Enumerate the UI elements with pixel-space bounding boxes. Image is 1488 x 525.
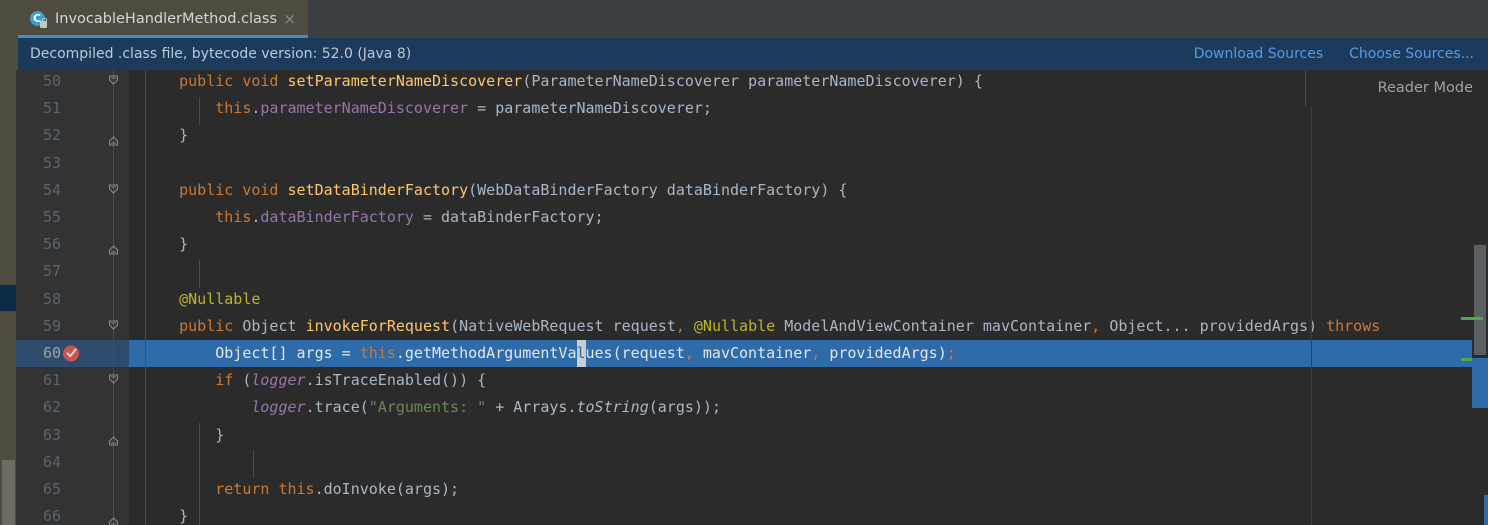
- breakpoint-icon-line-60[interactable]: [60, 340, 84, 367]
- notification-left-gutter: [0, 38, 18, 70]
- reader-mode-label[interactable]: Reader Mode: [1305, 70, 1473, 106]
- code-line-text-51: this.parameterNameDiscoverer = parameter…: [215, 99, 712, 118]
- left-marker-strip[interactable]: [0, 70, 16, 525]
- fold-collapse-end-icon-line-56[interactable]: [106, 231, 121, 258]
- code-line-text-53: [129, 154, 143, 172]
- code-line-62[interactable]: logger.trace("Arguments: " + Arrays.toSt…: [129, 394, 1488, 421]
- line-number-53: 53: [42, 153, 61, 172]
- line-number-63: 63: [42, 425, 61, 444]
- line-number-64: 64: [42, 452, 61, 471]
- code-line-text-50: public void setParameterNameDiscoverer(P…: [179, 72, 983, 90]
- indent-guide-0: [145, 70, 146, 525]
- choose-sources-link[interactable]: Choose Sources...: [1349, 46, 1474, 62]
- line-number-65: 65: [42, 480, 61, 498]
- idea-editor-window: C InvocableHandlerMethod.class × Decompi…: [0, 0, 1488, 525]
- line-number-58: 58: [42, 289, 61, 308]
- notification-message: Decompiled .class file, bytecode version…: [30, 46, 412, 62]
- fold-collapse-end-icon-line-63[interactable]: [106, 422, 121, 449]
- line-number-60: 60: [42, 344, 61, 362]
- vertical-scrollbar-thumb[interactable]: [1474, 245, 1486, 355]
- left-marker-highlight: [0, 285, 16, 311]
- code-line-59[interactable]: public Object invokeForRequest(NativeWeb…: [129, 313, 1488, 340]
- code-line-57[interactable]: [129, 258, 1488, 285]
- code-line-text-64: [129, 453, 143, 471]
- code-line-text-65: return this.doInvoke(args);: [215, 480, 460, 498]
- fold-collapse-start-icon-line-50[interactable]: [106, 70, 121, 95]
- code-editor[interactable]: 50 51 52 53 54 55 56 57 58 59 60 61 62 63 64 65 66 publi…: [0, 70, 1488, 525]
- code-line-66[interactable]: }: [129, 503, 1488, 525]
- code-line-54[interactable]: public void setDataBinderFactory(WebData…: [129, 177, 1488, 204]
- code-line-text-61: if (logger.isTraceEnabled()) {: [215, 371, 487, 390]
- left-scrollbar-thumb[interactable]: [2, 460, 15, 525]
- code-line-text-59: public Object invokeForRequest(NativeWeb…: [179, 316, 1381, 335]
- editor-tab-title: InvocableHandlerMethod.class: [55, 11, 278, 27]
- code-line-text-57: [129, 262, 143, 280]
- editor-tab-bar: C InvocableHandlerMethod.class ×: [0, 0, 1488, 38]
- line-number-51: 51: [42, 99, 61, 118]
- line-number-61: 61: [42, 371, 61, 390]
- decompiled-notification-bar: Decompiled .class file, bytecode version…: [18, 38, 1488, 70]
- code-line-53[interactable]: [129, 150, 1488, 177]
- line-number-55: 55: [42, 208, 61, 226]
- code-line-text-55: this.dataBinderFactory = dataBinderFacto…: [215, 208, 604, 226]
- code-line-55[interactable]: this.dataBinderFactory = dataBinderFacto…: [129, 204, 1488, 231]
- lock-badge-icon: [40, 17, 47, 28]
- scrollbar-marker-1: [1461, 317, 1483, 320]
- code-line-text-63: }: [143, 425, 225, 444]
- editor-tab-invocablehandlermethod[interactable]: C InvocableHandlerMethod.class ×: [18, 0, 308, 38]
- indent-guide-1: [199, 97, 200, 125]
- download-sources-link[interactable]: Download Sources: [1194, 46, 1323, 62]
- java-class-locked-icon: C: [30, 10, 47, 28]
- close-icon[interactable]: ×: [277, 11, 302, 27]
- code-line-56[interactable]: }: [129, 231, 1488, 258]
- scrollbar-bottom-marker: [1484, 495, 1488, 525]
- fold-collapse-start-icon-line-59[interactable]: [106, 313, 121, 340]
- line-number-59: 59: [42, 316, 61, 335]
- indent-guide-2: [199, 260, 200, 288]
- code-line-65[interactable]: return this.doInvoke(args);: [129, 476, 1488, 503]
- code-line-58[interactable]: @Nullable: [129, 286, 1488, 313]
- right-margin-rail: [1311, 106, 1312, 525]
- code-line-63[interactable]: }: [129, 422, 1488, 449]
- line-number-50: 50: [42, 72, 61, 90]
- fold-collapse-end-icon-line-66[interactable]: [106, 503, 121, 525]
- line-number-66: 66: [42, 507, 61, 525]
- code-line-60[interactable]: Object[] args = this.getMethodArgumentVa…: [129, 340, 1488, 368]
- fold-collapse-end-icon-line-52[interactable]: [106, 122, 121, 149]
- line-number-52: 52: [42, 126, 61, 145]
- line-number-54: 54: [42, 180, 61, 199]
- code-line-text-62: logger.trace("Arguments: " + Arrays.toSt…: [251, 398, 721, 417]
- scrollbar-selection-marker: [1472, 358, 1488, 408]
- code-line-text-52: }: [143, 126, 189, 145]
- code-line-51[interactable]: this.parameterNameDiscoverer = parameter…: [129, 95, 1488, 122]
- code-line-52[interactable]: }: [129, 122, 1488, 149]
- code-line-text-54: public void setDataBinderFactory(WebData…: [179, 180, 848, 199]
- code-line-text-58: @Nullable: [179, 289, 261, 308]
- line-number-56: 56: [42, 235, 61, 254]
- code-line-text-56: }: [143, 235, 189, 254]
- fold-collapse-start-icon-line-61[interactable]: [106, 367, 121, 394]
- code-line-61[interactable]: if (logger.isTraceEnabled()) {: [129, 367, 1488, 394]
- line-number-57: 57: [42, 262, 61, 281]
- fold-collapse-start-icon-line-54[interactable]: [106, 177, 121, 204]
- code-line-64[interactable]: [129, 449, 1488, 476]
- code-line-50[interactable]: public void setParameterNameDiscoverer(P…: [129, 70, 1488, 95]
- indent-guide-3: [199, 423, 200, 525]
- indent-guide-4: [253, 450, 254, 478]
- tab-bar-left-gutter: [0, 0, 18, 38]
- code-content[interactable]: public void setParameterNameDiscoverer(P…: [129, 70, 1488, 525]
- code-line-text-66: }: [143, 507, 189, 525]
- code-line-text-60: Object[] args = this.getMethodArgumentVa…: [129, 340, 956, 368]
- line-number-62: 62: [42, 398, 61, 417]
